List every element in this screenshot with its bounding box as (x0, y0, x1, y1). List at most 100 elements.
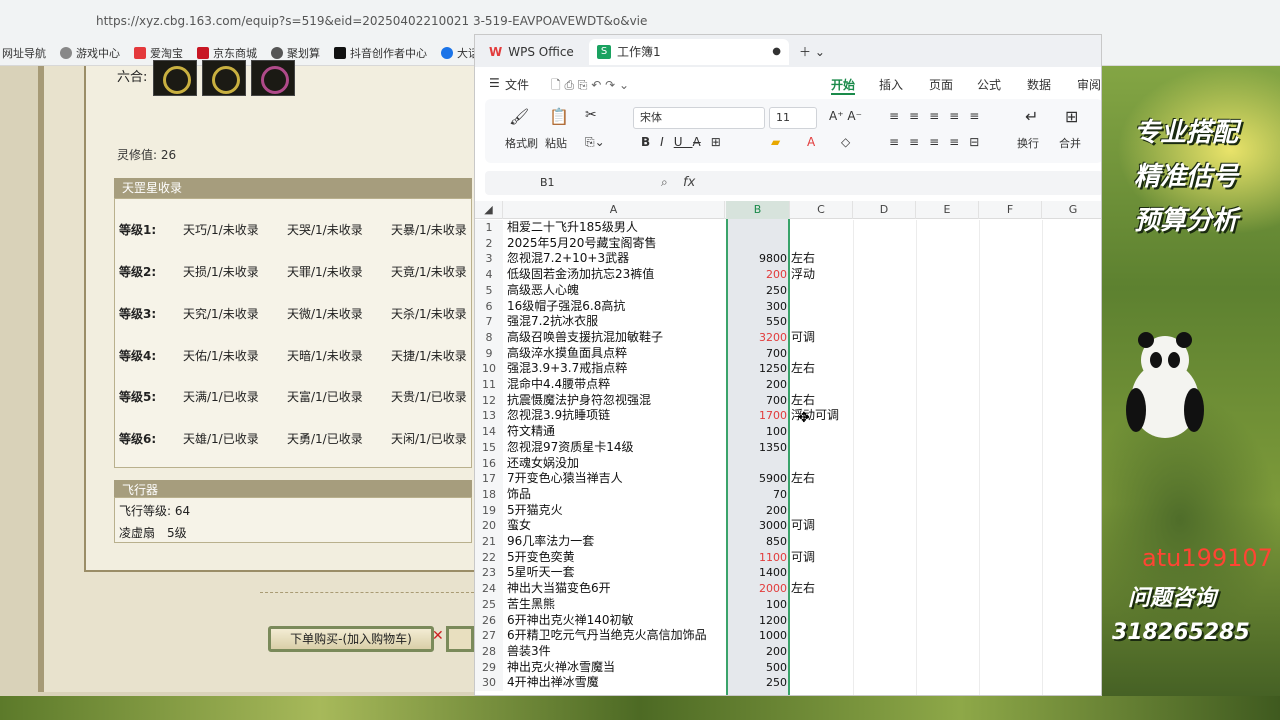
cell-a[interactable]: 2025年5月20号藏宝阁寄售 (507, 236, 725, 252)
tab-close-dot-icon[interactable]: ● (772, 39, 781, 65)
cell-b[interactable]: 5900 (727, 471, 789, 487)
row-number[interactable]: 4 (475, 267, 503, 283)
row-number[interactable]: 11 (475, 377, 503, 393)
cell-c[interactable]: 浮动 (791, 267, 911, 283)
col-header-c[interactable]: C (790, 201, 853, 219)
row-number[interactable]: 8 (475, 329, 503, 346)
row-number[interactable]: 24 (475, 581, 503, 597)
name-box[interactable]: B1 (485, 171, 625, 195)
address-bar[interactable]: https://xyz.cbg.163.com/equip?s=519&eid=… (96, 10, 976, 32)
cell-a[interactable]: 5开变色奕黄 (507, 550, 725, 566)
cell-a[interactable]: 抗震慑魔法护身符忽视强混 (507, 393, 725, 409)
wrap-icon[interactable]: ↵ (1025, 107, 1038, 126)
row-number[interactable]: 5 (475, 282, 503, 299)
cell-a[interactable]: 兽装3件 (507, 644, 725, 660)
cell-c[interactable]: 左右 (791, 251, 911, 267)
font-color-icon[interactable]: A (807, 135, 815, 149)
tab-page[interactable]: 页面 (929, 76, 953, 93)
row-number[interactable]: 10 (475, 361, 503, 377)
cell-b[interactable]: 700 (727, 346, 789, 362)
tab-insert[interactable]: 插入 (879, 76, 903, 93)
cell-a[interactable]: 6开神出克火禅140初敏 (507, 613, 725, 629)
fill-color-icon[interactable]: ▰ (771, 135, 780, 149)
cell-c[interactable]: 左右 (791, 393, 911, 409)
bookmark-nav[interactable]: 网址导航 (2, 45, 46, 61)
cell-a[interactable]: 忽视混97资质星卡14级 (507, 440, 725, 456)
cell-a[interactable]: 高级恶人心魄 (507, 283, 725, 299)
quick-access-icons[interactable]: 🗋 ⎙ ⎘ ↶ ↷ ⌄ (551, 76, 629, 97)
cell-c[interactable]: 左右 (791, 581, 911, 597)
cell-b[interactable]: 1350 (727, 440, 789, 456)
cut-icon[interactable]: ✂ (585, 107, 597, 123)
cell-a[interactable]: 强混7.2抗冰衣服 (507, 314, 725, 330)
row-number[interactable]: 16 (475, 455, 503, 472)
select-all-corner[interactable]: ◢ (475, 201, 503, 219)
cell-b[interactable]: 500 (727, 660, 789, 676)
row-number[interactable]: 27 (475, 628, 503, 644)
cell-b[interactable]: 550 (727, 314, 789, 330)
cell-a[interactable]: 符文精通 (507, 424, 725, 440)
cell-b[interactable]: 1700 (727, 408, 789, 424)
format-painter-label[interactable]: 格式刷 (505, 135, 538, 151)
cell-a[interactable]: 相爱二十飞升185级男人 (507, 220, 725, 236)
row-number[interactable]: 2 (475, 235, 503, 252)
cell-b[interactable]: 3200 (727, 330, 789, 346)
cell-b[interactable]: 700 (727, 393, 789, 409)
bookmark-jd[interactable]: 京东商城 (197, 45, 257, 61)
wrap-label[interactable]: 换行 (1017, 135, 1039, 151)
cell-b[interactable]: 850 (727, 534, 789, 550)
cell-b[interactable]: 9800 (727, 251, 789, 267)
cell-a[interactable]: 忽视混7.2+10+3武器 (507, 251, 725, 267)
row-number[interactable]: 1 (475, 220, 503, 236)
bookmark-douyin[interactable]: 抖音创作者中心 (334, 45, 427, 61)
paste-icon[interactable]: 📋 (549, 107, 569, 126)
cell-a[interactable]: 忽视混3.9抗睡项链 (507, 408, 725, 424)
tab-formula[interactable]: 公式 (977, 76, 1001, 93)
tab-review[interactable]: 审阅 (1077, 76, 1101, 93)
tab-wps-office[interactable]: W WPS Office (489, 39, 574, 65)
cell-b[interactable]: 200 (727, 267, 789, 283)
new-tab-icon[interactable]: ＋ ⌄ (799, 39, 825, 65)
merge-icon[interactable]: ⊞ (1065, 107, 1078, 126)
cell-a[interactable]: 5开猫克火 (507, 503, 725, 519)
row-number[interactable]: 14 (475, 424, 503, 440)
cell-a[interactable]: 低级固若金汤加抗忘23裤值 (507, 267, 725, 283)
cell-a[interactable]: 高级召唤兽支援抗混加敏鞋子 (507, 330, 725, 346)
cell-a[interactable]: 蛮女 (507, 518, 725, 534)
cell-a[interactable]: 混命中4.4腰带点粹 (507, 377, 725, 393)
hamburger-icon[interactable]: ☰ (489, 76, 500, 90)
tab-workbook[interactable]: S 工作簿1 ● (589, 39, 789, 65)
row-number[interactable]: 7 (475, 314, 503, 330)
cell-b[interactable]: 250 (727, 675, 789, 691)
row-number[interactable]: 12 (475, 392, 503, 409)
row-number[interactable]: 28 (475, 643, 503, 660)
row-number[interactable]: 26 (475, 612, 503, 629)
cell-a[interactable]: 神出大当猫变色6开 (507, 581, 725, 597)
row-number[interactable]: 13 (475, 408, 503, 425)
row-number[interactable]: 18 (475, 486, 503, 503)
col-header-g[interactable]: G (1042, 201, 1101, 219)
row-number[interactable]: 25 (475, 596, 503, 613)
cell-a[interactable]: 16级帽子强混6.8高抗 (507, 299, 725, 315)
cell-b[interactable]: 300 (727, 299, 789, 315)
font-grow-icon[interactable]: A⁺ A⁻ (829, 109, 862, 123)
row-number[interactable]: 23 (475, 565, 503, 582)
cell-b[interactable]: 200 (727, 644, 789, 660)
col-header-e[interactable]: E (916, 201, 979, 219)
font-family-select[interactable]: 宋体 (633, 107, 765, 129)
cell-a[interactable]: 96几率法力一套 (507, 534, 725, 550)
font-style-icons[interactable]: BIUA̶⊞ (641, 135, 731, 149)
gem-slot-1[interactable] (153, 60, 197, 96)
spreadsheet-grid[interactable]: ◢ A B C D E F G 1 相爱二十飞升185级男人 2 2025年5月20号… (475, 201, 1101, 695)
cell-c[interactable]: 可调 (791, 518, 911, 534)
bookmark-taobao[interactable]: 爱淘宝 (134, 45, 183, 61)
row-number[interactable]: 21 (475, 534, 503, 550)
cell-a[interactable]: 还魂女娲没加 (507, 456, 725, 472)
cell-b[interactable]: 1200 (727, 613, 789, 629)
cell-c[interactable]: 左右 (791, 471, 911, 487)
fx-button[interactable]: fx (683, 171, 695, 195)
cell-a[interactable]: 饰品 (507, 487, 725, 503)
secondary-button[interactable] (446, 626, 474, 652)
tab-home[interactable]: 开始 (831, 76, 856, 95)
row-number[interactable]: 17 (475, 471, 503, 487)
